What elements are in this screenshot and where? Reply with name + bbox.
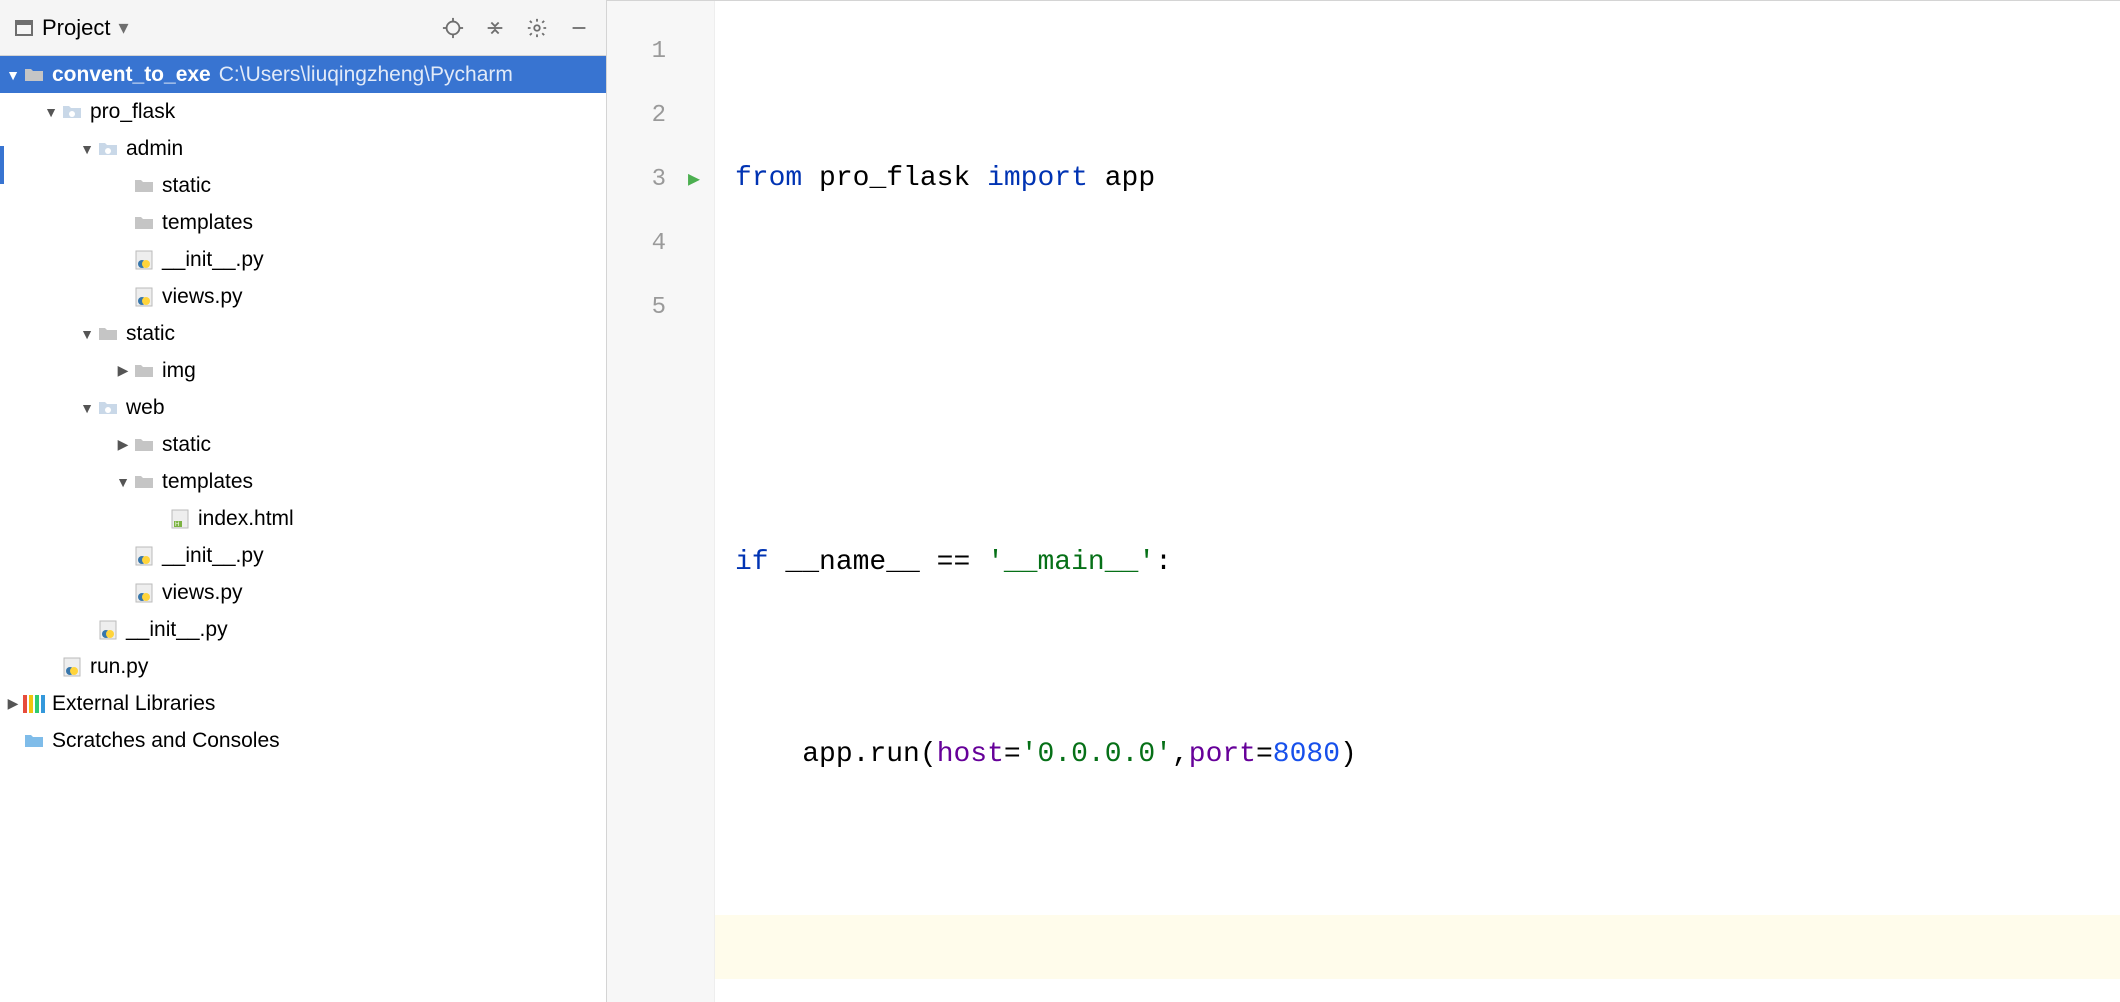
- tree-arrow-icon[interactable]: ▼: [114, 474, 132, 490]
- tree-item-web[interactable]: ▼ web: [0, 389, 606, 426]
- folder-icon: [132, 437, 156, 453]
- code-area[interactable]: from pro_flask import app if __name__ ==…: [715, 1, 2120, 1002]
- tree-item-scratches-and-consoles[interactable]: Scratches and Consoles: [0, 722, 606, 759]
- tree-item-label: web: [126, 396, 165, 420]
- tree-item-index-html[interactable]: Hindex.html: [0, 500, 606, 537]
- editor-body: 123▶45 from pro_flask import app if __na…: [607, 1, 2120, 1002]
- tree-arrow-icon[interactable]: ▶: [114, 362, 132, 379]
- tree-item-label: __init__.py: [162, 248, 264, 272]
- gutter-line[interactable]: 5: [607, 275, 714, 339]
- tree-arrow-icon[interactable]: ▼: [42, 104, 60, 120]
- project-tree[interactable]: ▼ convent_to_exe C:\Users\liuqingzheng\Pyc…: [0, 56, 606, 1002]
- tree-item-label: Scratches and Consoles: [52, 729, 280, 753]
- tree-item-static[interactable]: ▼ static: [0, 315, 606, 352]
- html-icon: H: [168, 509, 192, 529]
- gutter-line[interactable]: 2: [607, 83, 714, 147]
- tree-item-label: External Libraries: [52, 692, 215, 716]
- tree-item-label: run.py: [90, 655, 148, 679]
- scratch-icon: [22, 733, 46, 749]
- lib-icon: [22, 695, 46, 713]
- tree-item-label: static: [162, 174, 211, 198]
- tree-item-views-py[interactable]: views.py: [0, 278, 606, 315]
- pkg-icon: [60, 104, 84, 120]
- code-line-1: from pro_flask import app: [735, 147, 2120, 211]
- gutter-line[interactable]: 4: [607, 211, 714, 275]
- folder-icon: [96, 326, 120, 342]
- py-icon: [132, 546, 156, 566]
- gear-icon[interactable]: [520, 11, 554, 45]
- tree-item-label: static: [126, 322, 175, 346]
- tree-item-label: index.html: [198, 507, 294, 531]
- py-icon: [96, 620, 120, 640]
- tree-arrow-icon[interactable]: ▶: [114, 436, 132, 453]
- sidebar-header: Project ▾: [0, 0, 606, 56]
- run-gutter-icon[interactable]: ▶: [688, 166, 700, 192]
- tree-item-label: static: [162, 433, 211, 457]
- tree-item-templates[interactable]: templates: [0, 204, 606, 241]
- folder-icon: [132, 215, 156, 231]
- tree-item--init-py[interactable]: __init__.py: [0, 241, 606, 278]
- tree-item-admin[interactable]: ▼ admin: [0, 130, 606, 167]
- folder-icon: [132, 474, 156, 490]
- tree-item-label: __init__.py: [162, 544, 264, 568]
- tree-item--init-py[interactable]: __init__.py: [0, 611, 606, 648]
- project-icon: [14, 18, 34, 38]
- editor-area: run.py×Hindex.html×web\__init__.py×bluep…: [607, 0, 2120, 1002]
- tree-arrow-icon[interactable]: ▶: [4, 695, 22, 712]
- tree-item-convent-to-exe[interactable]: ▼ convent_to_exe C:\Users\liuqingzheng\Pyc…: [0, 56, 606, 93]
- tree-item-external-libraries[interactable]: ▶ External Libraries: [0, 685, 606, 722]
- py-icon: [132, 583, 156, 603]
- pkg-icon: [96, 400, 120, 416]
- tree-item-label: views.py: [162, 581, 243, 605]
- folder-icon: [132, 178, 156, 194]
- tree-item-img[interactable]: ▶ img: [0, 352, 606, 389]
- tree-item-label: templates: [162, 470, 253, 494]
- py-icon: [60, 657, 84, 677]
- tree-item-templates[interactable]: ▼ templates: [0, 463, 606, 500]
- locate-icon[interactable]: [436, 11, 470, 45]
- tree-arrow-icon[interactable]: ▼: [78, 141, 96, 157]
- tree-item-pro-flask[interactable]: ▼ pro_flask: [0, 93, 606, 130]
- tree-item-run-py[interactable]: run.py: [0, 648, 606, 685]
- tree-item-label: convent_to_exe: [52, 63, 211, 87]
- folder-icon: [22, 67, 46, 83]
- code-line-4: app.run(host='0.0.0.0',port=8080): [735, 723, 2120, 787]
- py-icon: [132, 250, 156, 270]
- project-sidebar: Project ▾ ▼ convent_to_exe C:\Users\liuqin…: [0, 0, 607, 1002]
- gutter-line[interactable]: 1: [607, 19, 714, 83]
- project-dropdown[interactable]: Project ▾: [14, 15, 129, 41]
- tree-item-views-py[interactable]: views.py: [0, 574, 606, 611]
- minimize-icon[interactable]: [562, 11, 596, 45]
- tree-item-static[interactable]: ▶ static: [0, 426, 606, 463]
- tree-arrow-icon[interactable]: ▼: [78, 400, 96, 416]
- tree-arrow-icon[interactable]: ▼: [78, 326, 96, 342]
- tree-item-label: admin: [126, 137, 183, 161]
- tree-arrow-icon[interactable]: ▼: [4, 67, 22, 83]
- py-icon: [132, 287, 156, 307]
- svg-text:H: H: [175, 522, 179, 528]
- tree-item-label: pro_flask: [90, 100, 175, 124]
- dropdown-arrow-icon: ▾: [118, 15, 128, 40]
- code-line-2: [735, 339, 2120, 403]
- gutter-line[interactable]: 3▶: [607, 147, 714, 211]
- gutter[interactable]: 123▶45: [607, 1, 715, 1002]
- tree-item--init-py[interactable]: __init__.py: [0, 537, 606, 574]
- tree-item-static[interactable]: static: [0, 167, 606, 204]
- tree-item-label: __init__.py: [126, 618, 228, 642]
- project-title: Project: [42, 15, 110, 41]
- tree-item-label: img: [162, 359, 196, 383]
- folder-icon: [132, 363, 156, 379]
- tree-item-label: templates: [162, 211, 253, 235]
- tree-item-label: views.py: [162, 285, 243, 309]
- collapse-all-icon[interactable]: [478, 11, 512, 45]
- tree-item-path: C:\Users\liuqingzheng\Pycharm: [219, 63, 513, 87]
- code-line-5: [715, 915, 2120, 979]
- code-line-3: if __name__ == '__main__':: [735, 531, 2120, 595]
- pkg-icon: [96, 141, 120, 157]
